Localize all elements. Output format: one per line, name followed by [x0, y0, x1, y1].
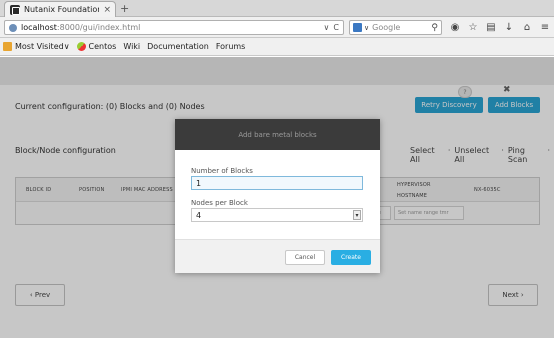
browser-nav-bar: localhost :8000/gui/index.html ∨ C ∨ Goo…	[0, 17, 554, 38]
search-placeholder: Google	[372, 23, 401, 32]
binoculars-icon[interactable]: ◉	[446, 20, 464, 35]
toolbar-icons: ◉ ☆ ▤ ↓ ⌂ ≡	[446, 20, 554, 35]
browser-tab[interactable]: Nutanix Foundation ×	[4, 1, 116, 17]
bookmarks-folder-icon	[3, 42, 12, 51]
cancel-button[interactable]: Cancel	[285, 250, 325, 265]
search-engine-caret-icon[interactable]: ∨	[364, 24, 369, 32]
reload-icon[interactable]: C	[333, 23, 339, 32]
number-of-blocks-label: Number of Blocks	[191, 167, 253, 175]
nodes-per-block-select[interactable]: 4 ▾	[191, 208, 363, 222]
tab-close-icon[interactable]: ×	[99, 5, 115, 15]
bookmark-documentation[interactable]: Documentation	[0, 42, 209, 104]
bookmark-forums[interactable]: Forums	[0, 42, 246, 104]
nodes-per-block-label: Nodes per Block	[191, 199, 248, 207]
bookmarks-bar: Most Visited∨ Centos Wiki Documentation …	[0, 38, 554, 104]
url-host: localhost	[21, 23, 57, 32]
nodes-per-block-value: 4	[196, 210, 202, 220]
search-bar[interactable]: ∨ Google ⚲	[349, 20, 442, 35]
bookmark-label: Wiki	[123, 42, 141, 51]
bookmark-label: Documentation	[147, 42, 209, 51]
url-bar[interactable]: localhost :8000/gui/index.html ∨ C	[4, 20, 344, 35]
chevron-down-icon[interactable]: ▾	[353, 210, 361, 220]
site-info-icon[interactable]	[9, 23, 17, 32]
modal-footer: Cancel Create	[175, 239, 380, 273]
search-icon[interactable]: ⚲	[431, 23, 438, 33]
url-dropdown-icon[interactable]: ∨	[324, 23, 330, 32]
new-tab-icon[interactable]: +	[120, 2, 129, 16]
bookmark-label: Most Visited∨	[15, 42, 70, 51]
bookmark-label: Centos	[88, 42, 117, 51]
search-engine-icon[interactable]	[353, 23, 362, 32]
menu-icon[interactable]: ≡	[536, 20, 554, 35]
nutanix-favicon-icon	[10, 4, 20, 15]
star-icon[interactable]: ☆	[464, 20, 482, 35]
tab-title: Nutanix Foundation	[24, 5, 100, 14]
url-path: :8000/gui/index.html	[56, 23, 141, 32]
home-icon[interactable]: ⌂	[518, 20, 536, 35]
add-blocks-modal: Add bare metal blocks Number of Blocks 1…	[175, 119, 380, 273]
number-of-blocks-input[interactable]: 1	[191, 176, 363, 190]
bookmark-wiki[interactable]: Wiki	[0, 42, 141, 104]
modal-title: Add bare metal blocks	[238, 130, 317, 139]
browser-tab-bar: Nutanix Foundation × +	[0, 0, 554, 17]
centos-icon	[76, 42, 86, 51]
modal-header: Add bare metal blocks	[175, 119, 380, 150]
reading-list-icon[interactable]: ▤	[482, 20, 500, 35]
bookmark-most-visited[interactable]: Most Visited∨	[3, 42, 70, 51]
create-button[interactable]: Create	[331, 250, 371, 265]
bookmark-label: Forums	[215, 42, 246, 51]
bookmark-centos[interactable]: Centos	[76, 42, 117, 51]
download-icon[interactable]: ↓	[500, 20, 518, 35]
